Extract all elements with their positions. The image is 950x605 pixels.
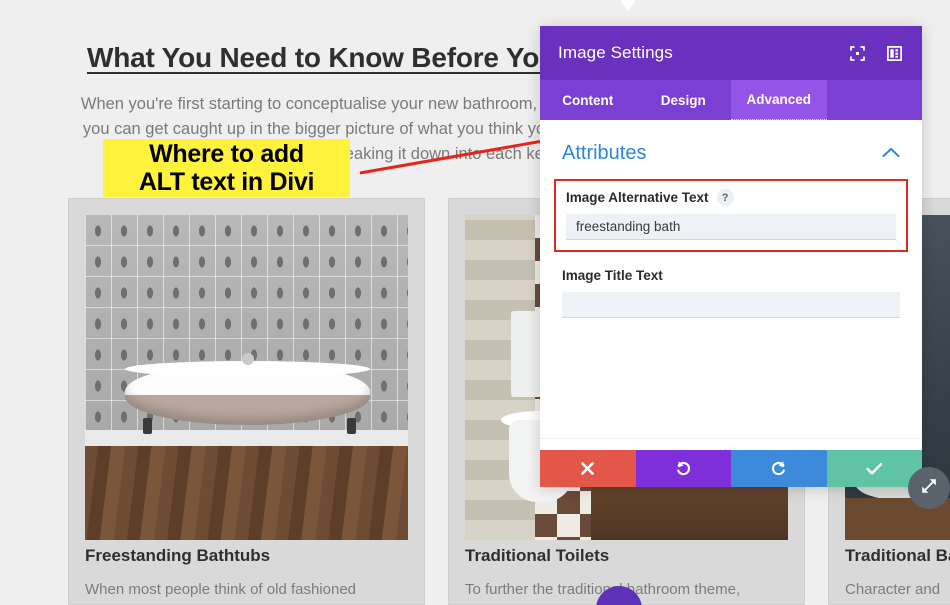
annotation-line-2: ALT text in Divi — [138, 168, 315, 196]
field-group-image-title-text: Image Title Text — [540, 268, 922, 318]
card-title: Traditional Toilets — [465, 546, 610, 565]
help-icon[interactable]: ? — [716, 189, 734, 206]
bathtub-foot-graphic — [347, 418, 356, 434]
tab-content[interactable]: Content — [540, 80, 636, 120]
field-label-text: Image Title Text — [562, 268, 663, 283]
modal-tab-bar: Content Design Advanced — [540, 80, 922, 120]
redo-button[interactable] — [731, 450, 827, 487]
undo-button[interactable] — [635, 450, 731, 487]
field-label-image-title-text: Image Title Text — [562, 268, 900, 283]
screenshot-root: What You Need to Know Before Your Bathro… — [0, 0, 950, 605]
focus-icon[interactable] — [850, 45, 865, 61]
undo-icon — [675, 460, 692, 477]
skirting-graphic — [85, 430, 408, 446]
check-icon — [866, 462, 883, 476]
cancel-button[interactable] — [540, 450, 636, 487]
card-description: Character and — [845, 581, 941, 598]
card-title: Traditional Basins — [845, 546, 950, 565]
layout-panel-icon[interactable] — [887, 45, 902, 61]
save-button[interactable] — [826, 450, 922, 487]
tab-spacer — [827, 80, 923, 120]
wood-floor-graphic — [85, 446, 408, 540]
modal-header-icons — [850, 26, 902, 80]
modal-body: Attributes Image Alternative Text ? Imag… — [540, 120, 922, 450]
tab-design[interactable]: Design — [636, 80, 732, 120]
tab-advanced[interactable]: Advanced — [731, 80, 827, 120]
redo-icon — [770, 460, 787, 477]
modal-top-caret-icon — [620, 0, 636, 11]
bathtub-foot-graphic — [143, 418, 152, 434]
highlighted-alt-text-group: Image Alternative Text ? — [554, 179, 908, 252]
modal-header: Image Settings — [540, 26, 922, 80]
image-settings-modal[interactable]: Image Settings Content Design Advanced A… — [540, 26, 922, 487]
field-label-image-alternative-text: Image Alternative Text ? — [566, 189, 896, 206]
field-label-text: Image Alternative Text — [566, 190, 709, 205]
section-title: Attributes — [562, 142, 647, 164]
annotation-line-1: Where to add — [149, 140, 304, 168]
card-title: Freestanding Bathtubs — [85, 546, 271, 565]
card-freestanding-bathtubs[interactable]: Freestanding Bathtubs When most people t… — [68, 198, 425, 605]
section-header-attributes[interactable]: Attributes — [540, 120, 922, 165]
resize-diagonal-icon — [919, 476, 939, 501]
modal-resize-handle[interactable] — [908, 467, 950, 509]
modal-action-bar — [540, 450, 922, 487]
image-alternative-text-input[interactable] — [566, 214, 896, 240]
image-title-text-input[interactable] — [562, 292, 900, 318]
card-image-freestanding-bath[interactable] — [85, 215, 408, 540]
tap-graphic — [242, 353, 254, 365]
modal-title: Image Settings — [558, 43, 673, 62]
annotation-highlight-box: Where to add ALT text in Divi — [103, 139, 350, 197]
card-description: When most people think of old fashioned — [85, 581, 357, 598]
chevron-up-icon[interactable] — [882, 145, 900, 163]
close-icon — [580, 461, 595, 476]
section-header-visibility[interactable]: Visibility — [540, 438, 922, 450]
